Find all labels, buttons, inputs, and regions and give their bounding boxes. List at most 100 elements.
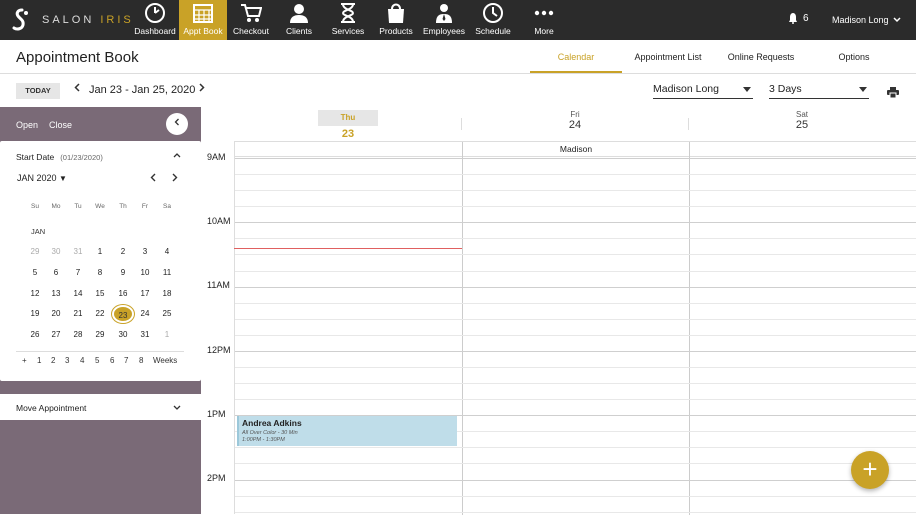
slot-line: [235, 318, 916, 320]
week-count-option[interactable]: 7: [124, 356, 128, 365]
calendar-day[interactable]: 17: [134, 285, 156, 303]
tab-options[interactable]: Options: [808, 52, 900, 62]
calendar-day[interactable]: 10: [134, 264, 156, 282]
prev-range-button[interactable]: [74, 83, 80, 95]
week-count-option[interactable]: 3: [65, 356, 69, 365]
week-count-option[interactable]: 2: [51, 356, 55, 365]
notifications[interactable]: 6: [788, 13, 809, 24]
calendar-day[interactable]: 26: [24, 326, 46, 344]
day-column-header-fri[interactable]: Fri 24: [545, 110, 605, 131]
appointment-grid[interactable]: Madison: [234, 141, 916, 515]
nav-employees[interactable]: Employees: [420, 0, 468, 40]
add-appointment-button[interactable]: +: [851, 451, 889, 489]
print-button[interactable]: [887, 85, 899, 103]
next-range-button[interactable]: [199, 83, 205, 95]
slot-line: [235, 190, 916, 192]
move-appointment-panel[interactable]: Move Appointment: [0, 394, 201, 420]
week-count-option[interactable]: 4: [80, 356, 84, 365]
close-link[interactable]: Close: [49, 120, 72, 130]
calendar-day[interactable]: 28: [67, 326, 89, 344]
calendar-day[interactable]: 29: [89, 326, 111, 344]
calendar-day[interactable]: 19: [24, 305, 46, 323]
nav-label: Employees: [422, 26, 466, 36]
calendar-day[interactable]: 11: [156, 264, 178, 282]
employee-select[interactable]: Madison Long: [653, 83, 753, 99]
calendar-day[interactable]: 30: [45, 243, 67, 261]
calendar-day[interactable]: 2: [112, 243, 134, 261]
week-count-option[interactable]: 8: [139, 356, 143, 365]
gauge-icon: [145, 3, 165, 23]
tab-appointment-list[interactable]: Appointment List: [622, 52, 714, 62]
calendar-day[interactable]: 20: [45, 305, 67, 323]
calendar-day[interactable]: 21: [67, 305, 89, 323]
salon-iris-logo-icon: [12, 8, 28, 31]
day-of-week-label: Mo: [51, 203, 61, 210]
hour-line: [235, 479, 916, 481]
prev-month-button[interactable]: [150, 173, 156, 184]
nav-schedule[interactable]: Schedule: [469, 0, 517, 40]
today-button[interactable]: TODAY: [16, 83, 60, 99]
calendar-day[interactable]: 8: [89, 264, 111, 282]
week-count-option[interactable]: 1: [37, 356, 41, 365]
day-of-week-label: Th: [119, 203, 127, 210]
calendar-day[interactable]: 14: [67, 285, 89, 303]
calendar-day[interactable]: 22: [89, 305, 111, 323]
calendar-day[interactable]: 24: [134, 305, 156, 323]
calendar-day[interactable]: 1: [89, 243, 111, 261]
calendar-day[interactable]: 18: [156, 285, 178, 303]
nav-clients[interactable]: Clients: [275, 0, 323, 40]
tab-online-requests[interactable]: Online Requests: [714, 52, 808, 62]
sidebar: Open Close Start Date (01/23/2020) JAN 20…: [0, 107, 201, 514]
open-link[interactable]: Open: [16, 120, 38, 130]
nav-products[interactable]: Products: [372, 0, 420, 40]
nav-checkout[interactable]: Checkout: [227, 0, 275, 40]
column-divider: [461, 118, 462, 130]
user-menu[interactable]: Madison Long: [832, 15, 901, 25]
calendar-day[interactable]: 25: [156, 305, 178, 323]
chevron-left-icon: [150, 173, 156, 182]
calendar-day[interactable]: 4: [156, 243, 178, 261]
start-date-value: (01/23/2020): [60, 153, 103, 162]
calendar-day[interactable]: 6: [45, 264, 67, 282]
calendar-day[interactable]: 3: [134, 243, 156, 261]
week-count-option[interactable]: 6: [110, 356, 114, 365]
calendar-day[interactable]: 30: [112, 326, 134, 344]
week-count-option[interactable]: 5: [95, 356, 99, 365]
nav-appt-book[interactable]: Appt Book: [179, 0, 227, 40]
calendar-day[interactable]: 13: [45, 285, 67, 303]
calendar-day[interactable]: 31: [67, 243, 89, 261]
month-picker[interactable]: JAN 2020 ▼: [17, 173, 67, 183]
calendar-day[interactable]: 27: [45, 326, 67, 344]
nav-dashboard[interactable]: Dashboard: [131, 0, 179, 40]
chevron-up-icon: [173, 153, 181, 158]
add-week-option[interactable]: +: [22, 356, 27, 365]
calendar-grid-icon: [193, 4, 213, 23]
nav-more[interactable]: More: [520, 0, 568, 40]
calendar-day[interactable]: 16: [112, 285, 134, 303]
nav-services[interactable]: Services: [324, 0, 372, 40]
appointment-block[interactable]: Andrea Adkins All Over Color - 30 Min 1:…: [237, 416, 457, 446]
tab-calendar[interactable]: Calendar: [530, 52, 622, 62]
collapse-sidebar-button[interactable]: [166, 113, 188, 135]
calendar-day[interactable]: 9: [112, 264, 134, 282]
calendar-day[interactable]: 5: [24, 264, 46, 282]
expand-move-appointment[interactable]: [173, 403, 181, 413]
day-column-header-thu[interactable]: Thu 23: [318, 110, 378, 140]
appointment-client: Andrea Adkins: [242, 418, 302, 428]
column-divider: [689, 142, 690, 515]
view-select[interactable]: 3 Days: [769, 83, 869, 99]
next-month-button[interactable]: [172, 173, 178, 184]
calendar-day[interactable]: 7: [67, 264, 89, 282]
day-column-header-sat[interactable]: Sat 25: [772, 110, 832, 131]
calendar-day[interactable]: 1: [156, 326, 178, 344]
calendar-day[interactable]: 31: [134, 326, 156, 344]
day-of-week: Thu: [340, 113, 356, 122]
calendar-day[interactable]: 29: [24, 243, 46, 261]
collapse-start-date-button[interactable]: [173, 150, 181, 160]
calendar-day-selected[interactable]: 23: [112, 305, 134, 323]
calendar-day[interactable]: 15: [89, 285, 111, 303]
salon-iris-logo[interactable]: SALON IRIS: [10, 6, 134, 34]
slot-line: [235, 238, 916, 240]
active-tab-indicator: [530, 71, 622, 73]
calendar-day[interactable]: 12: [24, 285, 46, 303]
